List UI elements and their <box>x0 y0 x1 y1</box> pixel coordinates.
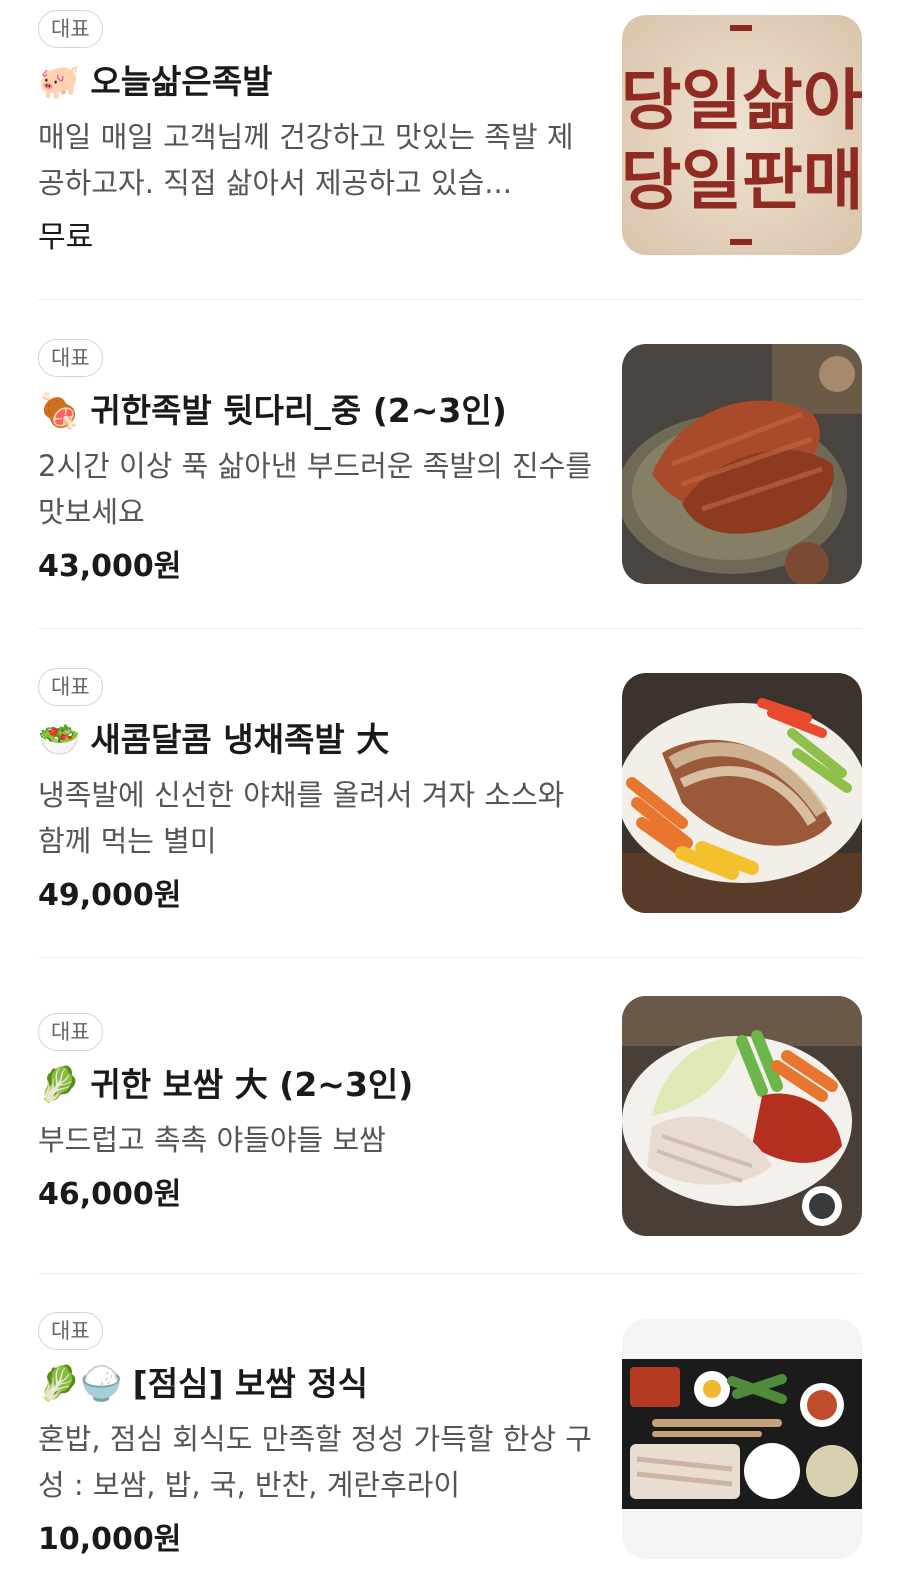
menu-item[interactable]: 대표 🍖 귀한족발 뒷다리_중 (2~3인) 2시간 이상 푹 삶아낸 부드러운… <box>38 339 862 589</box>
representative-badge: 대표 <box>38 1013 103 1051</box>
meat-on-bone-icon: 🍖 <box>38 391 81 431</box>
menu-item-title: 🐖 오늘삶은족발 <box>38 60 598 104</box>
menu-item-title: 🥬🍚 [점심] 보쌈 정식 <box>38 1362 598 1406</box>
menu-item-name: 새콤달콤 냉채족발 大 <box>90 720 390 759</box>
representative-badge: 대표 <box>38 668 103 706</box>
menu-item-title: 🍖 귀한족발 뒷다리_중 (2~3인) <box>38 389 598 433</box>
menu-item-image <box>622 996 862 1236</box>
divider <box>38 1273 862 1274</box>
menu-item[interactable]: 대표 🐖 오늘삶은족발 매일 매일 고객님께 건강하고 맛있는 족발 제공하고자… <box>38 10 862 260</box>
menu-item-image: 당일삶아 당일판매 <box>622 15 862 255</box>
menu-item-title: 🥗 새콤달콤 냉채족발 大 <box>38 718 598 762</box>
menu-item-name: [점심] 보쌈 정식 <box>132 1364 368 1403</box>
salad-icon: 🥗 <box>38 720 81 760</box>
image-text-line2: 당일판매 <box>622 142 862 219</box>
menu-item-name: 오늘삶은족발 <box>90 62 273 101</box>
image-text-line1: 당일삶아 <box>622 62 862 139</box>
divider <box>38 957 862 958</box>
menu-item-description: 냉족발에 신선한 야채를 올려서 겨자 소스와 함께 먹는 별미 <box>38 778 565 858</box>
menu-item-image <box>622 344 862 584</box>
menu-item-description: 매일 매일 고객님께 건강하고 맛있는 족발 제공하고자. 직접 삶아서 제공하… <box>38 120 574 200</box>
divider <box>38 299 862 300</box>
representative-badge: 대표 <box>38 339 103 377</box>
pig-icon: 🐖 <box>38 62 81 102</box>
menu-item[interactable]: 대표 🥬 귀한 보쌈 大 (2~3인) 부드럽고 촉촉 야들야들 보쌈 46,0… <box>38 996 862 1253</box>
menu-item-price: 10,000원 <box>38 1522 182 1557</box>
menu-item-price: 49,000원 <box>38 878 182 913</box>
divider <box>38 628 862 629</box>
leafy-green-icon: 🥬 <box>38 1065 81 1105</box>
menu-item[interactable]: 대표 🥬🍚 [점심] 보쌈 정식 혼밥, 점심 회식도 만족할 정성 가득할 한… <box>38 1312 862 1572</box>
menu-item-description: 2시간 이상 푹 삶아낸 부드러운 족발의 진수를 맛보세요 <box>38 449 593 529</box>
menu-item-image <box>622 1319 862 1559</box>
menu-item-description: 혼밥, 점심 회식도 만족할 정성 가득할 한상 구성 : 보쌈, 밥, 국, … <box>38 1422 592 1502</box>
menu-item[interactable]: 대표 🥗 새콤달콤 냉채족발 大 냉족발에 신선한 야채를 올려서 겨자 소스와… <box>38 668 862 918</box>
menu-item-price: 43,000원 <box>38 549 182 584</box>
menu-item-name: 귀한족발 뒷다리_중 (2~3인) <box>90 391 507 430</box>
menu-item-description: 부드럽고 촉촉 야들야들 보쌈 <box>38 1123 386 1157</box>
menu-item-name: 귀한 보쌈 大 (2~3인) <box>90 1065 414 1104</box>
representative-badge: 대표 <box>38 1312 103 1350</box>
menu-item-title: 🥬 귀한 보쌈 大 (2~3인) <box>38 1063 598 1107</box>
representative-badge: 대표 <box>38 10 103 48</box>
menu-item-price: 무료 <box>38 220 94 255</box>
menu-item-price: 46,000원 <box>38 1177 182 1212</box>
leafy-green-and-rice-icon: 🥬🍚 <box>38 1364 123 1404</box>
menu-item-image <box>622 673 862 913</box>
